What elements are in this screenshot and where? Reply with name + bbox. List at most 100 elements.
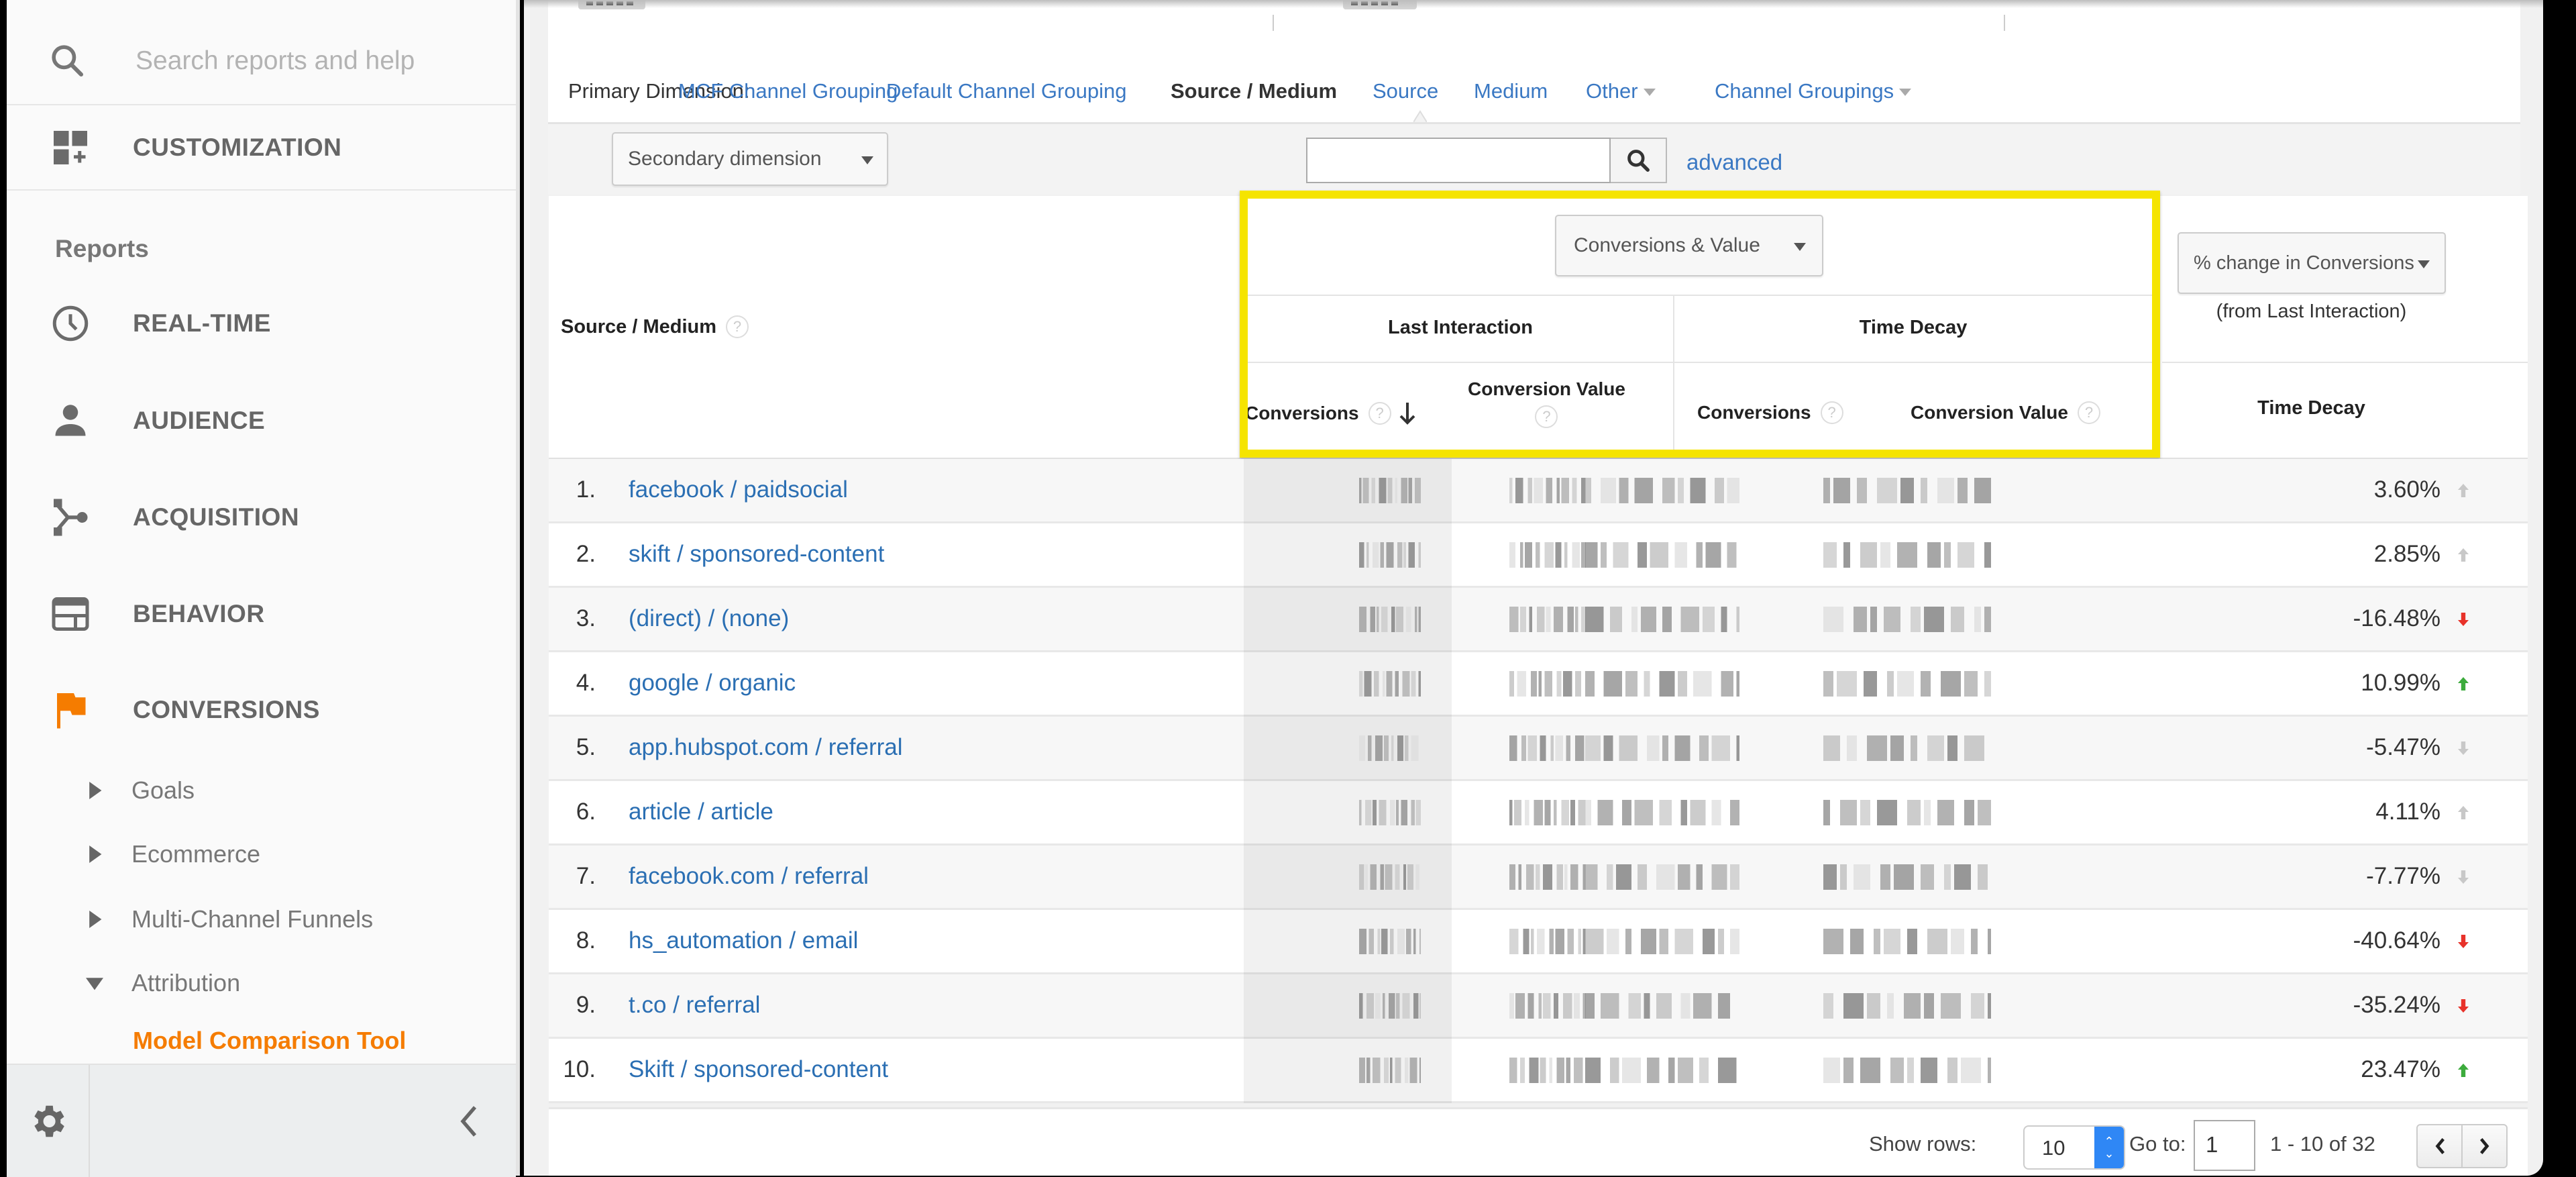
- active-dimension-pointer: [1413, 110, 1427, 122]
- li-conversion-value-cell: [1509, 864, 1586, 890]
- sidebar-item-customization[interactable]: CUSTOMIZATION: [7, 105, 516, 191]
- next-page-button[interactable]: [2461, 1125, 2506, 1167]
- secondary-dimension-dropdown[interactable]: Secondary dimension: [612, 132, 888, 186]
- row-number: 1.: [576, 476, 596, 503]
- sidebar-subitem-attribution[interactable]: Attribution: [7, 956, 516, 1010]
- highlight-annotation-box: [1240, 191, 2160, 458]
- help-icon[interactable]: ?: [726, 315, 749, 338]
- source-medium-link[interactable]: article / article: [629, 799, 773, 825]
- source-medium-link[interactable]: skift / sponsored-content: [629, 541, 884, 568]
- source-medium-link[interactable]: facebook / paidsocial: [629, 476, 848, 503]
- td-conversions-cell: [1585, 607, 1739, 632]
- dimension-default-channel-grouping[interactable]: Default Channel Grouping: [886, 79, 1126, 103]
- td-conversions-cell: [1585, 478, 1739, 503]
- percent-change-value: -16.48%: [2353, 605, 2440, 631]
- sidebar-item-audience[interactable]: AUDIENCE: [7, 391, 516, 451]
- dimension-channel-groupings-dropdown[interactable]: Channel Groupings: [1715, 79, 1912, 103]
- clock-icon: [52, 305, 89, 342]
- td-conversion-value-cell: [1823, 542, 1991, 568]
- sidebar-item-label: CUSTOMIZATION: [133, 134, 342, 161]
- sidebar-subitem-multi-channel-funnels[interactable]: Multi-Channel Funnels: [7, 892, 516, 946]
- show-rows-select[interactable]: 10 ⌃ ⌄: [2023, 1125, 2125, 1170]
- td-conversions-cell: [1585, 800, 1739, 825]
- table-filter-input[interactable]: [1306, 138, 1611, 183]
- percent-change-value: -7.77%: [2366, 863, 2440, 889]
- advanced-filter-link[interactable]: advanced: [1686, 150, 1782, 175]
- sidebar-item-model-comparison-tool[interactable]: Model Comparison Tool: [133, 1027, 406, 1055]
- td-conversion-value-cell: [1823, 864, 1991, 890]
- td-conversion-value-cell: [1823, 800, 1991, 825]
- sidebar-item-label: REAL-TIME: [133, 309, 271, 337]
- dimension-mcf-channel-grouping[interactable]: MCF Channel Grouping: [678, 79, 898, 103]
- source-medium-link[interactable]: (direct) / (none): [629, 605, 789, 632]
- scroll-shadow: [524, 0, 2543, 8]
- td-conversion-value-cell: [1823, 478, 1991, 503]
- sidebar-item-realtime[interactable]: REAL-TIME: [7, 293, 516, 354]
- row-number: 7.: [576, 863, 596, 889]
- previous-page-button[interactable]: [2418, 1125, 2461, 1167]
- source-medium-link[interactable]: facebook.com / referral: [629, 863, 869, 890]
- trend-down-arrow-icon: [2458, 741, 2469, 755]
- source-medium-link[interactable]: hs_automation / email: [629, 927, 858, 954]
- row-number: 9.: [576, 992, 596, 1018]
- caret-right-icon: [89, 911, 102, 928]
- dimension-other-dropdown[interactable]: Other: [1586, 79, 1656, 103]
- row-number: 4.: [576, 670, 596, 696]
- dimension-source-medium[interactable]: Source / Medium: [1171, 79, 1337, 103]
- table-row: 1. facebook / paidsocial 3.60%: [549, 459, 2528, 523]
- td-conversion-value-cell: [1823, 1058, 1991, 1083]
- primary-dimension-bar: Primary Dimension: MCF Channel Grouping …: [548, 67, 2520, 124]
- li-conversion-value-cell: [1509, 607, 1586, 632]
- change-metric-label: % change in Conversions: [2194, 252, 2414, 274]
- td-conversions-cell: [1585, 671, 1739, 697]
- sidebar-item-conversions[interactable]: CONVERSIONS: [7, 680, 516, 740]
- trend-up-arrow-icon: [2458, 548, 2469, 562]
- dimension-medium[interactable]: Medium: [1474, 79, 1548, 103]
- sidebar-item-behavior[interactable]: BEHAVIOR: [7, 584, 516, 644]
- sidebar-item-label: AUDIENCE: [133, 407, 266, 434]
- source-medium-link[interactable]: t.co / referral: [629, 992, 760, 1019]
- sidebar-subitem-ecommerce[interactable]: Ecommerce: [7, 827, 516, 881]
- column-header-label: Source / Medium: [561, 315, 717, 338]
- change-metric-dropdown[interactable]: % change in Conversions: [2178, 232, 2446, 294]
- source-medium-link[interactable]: Skift / sponsored-content: [629, 1056, 888, 1083]
- li-conversions-cell: [1359, 864, 1421, 890]
- table-header: Source / Medium ? Conversions & Value La…: [549, 191, 2528, 460]
- select-stepper-icon: ⌃ ⌄: [2094, 1127, 2124, 1168]
- sidebar-search: [7, 0, 516, 105]
- trend-up-arrow-icon: [2458, 806, 2469, 819]
- percent-change-value: 10.99%: [2361, 670, 2440, 696]
- table-row: 5. app.hubspot.com / referral -5.47%: [549, 717, 2528, 781]
- sidebar-search-input[interactable]: [134, 40, 486, 82]
- trend-down-arrow-icon: [2458, 935, 2469, 948]
- sidebar-footer: [7, 1064, 516, 1177]
- divider: [2004, 15, 2005, 31]
- customization-icon: [54, 131, 87, 164]
- sidebar-item-acquisition[interactable]: ACQUISITION: [7, 487, 516, 548]
- sidebar-item-label: CONVERSIONS: [133, 696, 320, 723]
- show-rows-label: Show rows:: [1869, 1132, 1977, 1156]
- dimension-source[interactable]: Source: [1373, 79, 1438, 103]
- dropdown-caret-icon: [1643, 89, 1656, 97]
- goto-page-input[interactable]: 1: [2194, 1120, 2255, 1171]
- chevron-right-icon: [2479, 1138, 2489, 1154]
- table-filter-search-button[interactable]: [1611, 138, 1667, 183]
- source-medium-link[interactable]: google / organic: [629, 670, 796, 697]
- percent-change-value: -40.64%: [2353, 927, 2440, 954]
- sidebar-item-label: ACQUISITION: [133, 503, 300, 531]
- caret-down-icon: [86, 978, 103, 990]
- row-number: 5.: [576, 734, 596, 760]
- search-icon: [52, 45, 84, 77]
- admin-settings-button[interactable]: [7, 1065, 90, 1177]
- search-icon: [1627, 150, 1650, 172]
- reports-heading: Reports: [55, 235, 149, 262]
- td-conversions-cell: [1585, 929, 1739, 954]
- dropdown-caret-icon: [1899, 89, 1912, 97]
- collapse-sidebar-button[interactable]: [455, 1103, 482, 1140]
- source-medium-link[interactable]: app.hubspot.com / referral: [629, 734, 903, 761]
- li-conversions-cell: [1359, 478, 1421, 503]
- column-header-source-medium[interactable]: Source / Medium ?: [561, 315, 749, 338]
- sidebar-subitem-goals[interactable]: Goals: [7, 764, 516, 817]
- sidebar-subitem-label: Goals: [131, 776, 195, 804]
- td-conversion-value-cell: [1823, 735, 1991, 761]
